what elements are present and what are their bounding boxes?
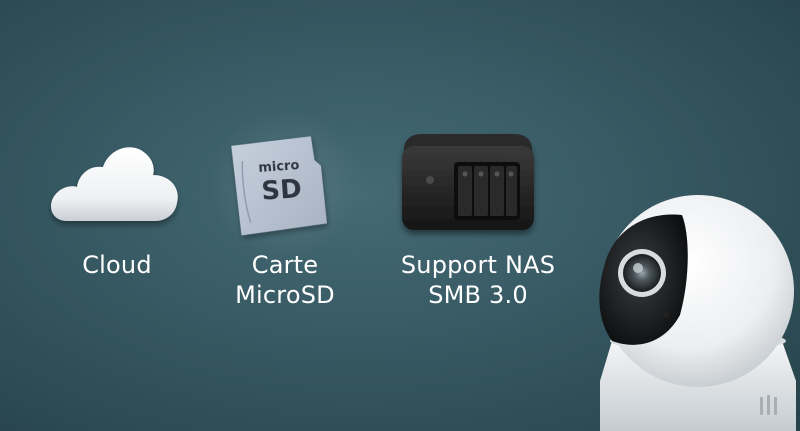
cloud-label: Cloud (62, 250, 172, 280)
microsd-label-line-2: MicroSD (235, 281, 335, 309)
cloud-icon (51, 147, 178, 221)
nas-label-line-1: Support NAS (400, 251, 556, 279)
microsd-label: Carte MicroSD (220, 250, 350, 310)
cloud-label-line-1: Cloud (82, 251, 152, 279)
security-camera-image (599, 195, 796, 431)
nas-label: Support NAS SMB 3.0 (388, 250, 568, 310)
card-text-micro: micro (258, 158, 300, 176)
microsd-label-line-1: Carte (251, 251, 319, 279)
microsd-card-icon: micro SD (231, 136, 327, 236)
card-text-sd: SD (260, 174, 302, 207)
storage-options-scene: Cloud micro SD Carte MicroSD Support NAS… (0, 0, 800, 431)
nas-label-line-2: SMB 3.0 (428, 281, 528, 309)
nas-device-icon (402, 134, 534, 230)
